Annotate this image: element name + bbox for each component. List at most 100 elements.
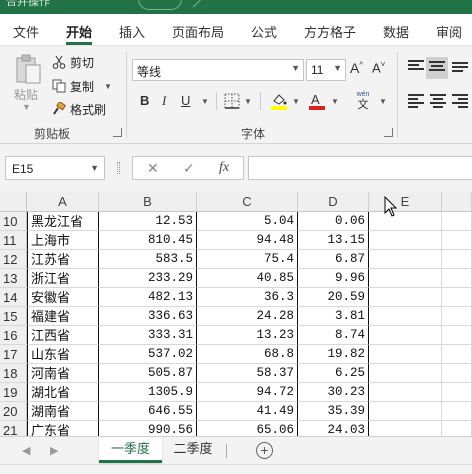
cell-b[interactable]: 646.55 [99, 402, 197, 421]
cancel-icon[interactable]: ✕ [147, 160, 159, 177]
tab-insert[interactable]: 插入 [119, 22, 145, 41]
row-header[interactable]: 18 [0, 364, 27, 383]
cell-a[interactable]: 江苏省 [27, 250, 99, 269]
undo-icon[interactable] [138, 0, 182, 10]
cell-d[interactable]: 20.59 [298, 288, 369, 307]
phonetic-dropdown-icon[interactable]: ▼ [379, 97, 387, 106]
next-sheet-icon[interactable]: ▶ [50, 444, 58, 457]
cell-e[interactable] [369, 269, 442, 288]
cut-button[interactable]: 剪切 [52, 52, 94, 72]
cell-c[interactable]: 13.23 [197, 326, 298, 345]
column-header-f[interactable] [442, 192, 472, 212]
cell-c[interactable]: 24.28 [197, 307, 298, 326]
copy-dropdown-icon[interactable]: ▼ [104, 82, 112, 91]
cell-a[interactable]: 湖北省 [27, 383, 99, 402]
bottom-align-icon[interactable] [452, 62, 468, 76]
cell-e[interactable] [369, 288, 442, 307]
cell-d[interactable]: 6.25 [298, 364, 369, 383]
cell-a[interactable]: 山东省 [27, 345, 99, 364]
clipboard-launcher-icon[interactable] [113, 128, 122, 137]
cell-f[interactable] [442, 364, 472, 383]
font-color-dropdown-icon[interactable]: ▼ [331, 97, 339, 106]
cell-e[interactable] [369, 364, 442, 383]
row-header[interactable]: 14 [0, 288, 27, 307]
cell-f[interactable] [442, 307, 472, 326]
cell-d[interactable]: 13.15 [298, 231, 369, 250]
cell-f[interactable] [442, 269, 472, 288]
tab-data[interactable]: 数据 [383, 22, 409, 41]
underline-button[interactable]: U [181, 93, 190, 108]
cell-c[interactable]: 40.85 [197, 269, 298, 288]
worksheet-grid[interactable]: A B C D E 10 黑龙江省 12.53 5.04 0.06 11 上海市 810.45… [0, 192, 472, 436]
font-name-select[interactable]: 等线 ▼ [132, 59, 304, 81]
increase-font-size-icon[interactable]: A^ [350, 60, 363, 76]
decrease-font-size-icon[interactable]: A˅ [372, 60, 385, 75]
cell-b[interactable]: 505.87 [99, 364, 197, 383]
middle-align-icon[interactable] [429, 61, 445, 75]
cell-b[interactable]: 482.13 [99, 288, 197, 307]
cell-c[interactable]: 65.06 [197, 421, 298, 436]
tab-fangfang[interactable]: 方方格子 [304, 22, 356, 41]
cell-d[interactable]: 6.87 [298, 250, 369, 269]
cell-a[interactable]: 湖南省 [27, 402, 99, 421]
paste-icon[interactable] [14, 53, 42, 85]
cell-a[interactable]: 福建省 [27, 307, 99, 326]
cell-d[interactable]: 8.74 [298, 326, 369, 345]
sheet-tab-q2[interactable]: 二季度 [163, 437, 223, 463]
row-header[interactable]: 21 [0, 421, 27, 436]
cell-c[interactable]: 68.8 [197, 345, 298, 364]
cell-c[interactable]: 75.4 [197, 250, 298, 269]
cell-a[interactable]: 黑龙江省 [27, 212, 99, 231]
cell-a[interactable]: 安徽省 [27, 288, 99, 307]
borders-dropdown-icon[interactable]: ▼ [244, 97, 252, 106]
cell-e[interactable] [369, 345, 442, 364]
row-header[interactable]: 13 [0, 269, 27, 288]
cell-e[interactable] [369, 250, 442, 269]
cell-b[interactable]: 583.5 [99, 250, 197, 269]
prev-sheet-icon[interactable]: ◀ [22, 444, 30, 457]
fill-color-icon[interactable] [270, 91, 288, 111]
bold-button[interactable]: B [140, 93, 149, 108]
cell-a[interactable]: 上海市 [27, 231, 99, 250]
cell-d[interactable]: 35.39 [298, 402, 369, 421]
phonetic-guide-button[interactable]: wén 文 [352, 91, 374, 111]
column-header-b[interactable]: B [99, 192, 197, 212]
font-launcher-icon[interactable] [384, 128, 393, 137]
cell-f[interactable] [442, 326, 472, 345]
align-right-icon[interactable] [452, 94, 468, 108]
cell-e[interactable] [369, 421, 442, 436]
tab-home[interactable]: 开始 [66, 22, 92, 41]
enter-icon[interactable]: ✓ [183, 160, 195, 177]
add-sheet-icon[interactable]: + [256, 442, 273, 459]
cell-f[interactable] [442, 421, 472, 436]
cell-e[interactable] [369, 212, 442, 231]
cell-d[interactable]: 19.82 [298, 345, 369, 364]
column-header-d[interactable]: D [298, 192, 369, 212]
cell-f[interactable] [442, 231, 472, 250]
cell-e[interactable] [369, 307, 442, 326]
cell-b[interactable]: 537.02 [99, 345, 197, 364]
column-header-c[interactable]: C [197, 192, 298, 212]
cell-c[interactable]: 36.3 [197, 288, 298, 307]
cell-d[interactable]: 24.03 [298, 421, 369, 436]
row-header[interactable]: 16 [0, 326, 27, 345]
cell-b[interactable]: 233.29 [99, 269, 197, 288]
splitter-handle[interactable] [117, 162, 120, 174]
tab-formulas[interactable]: 公式 [251, 22, 277, 41]
cell-f[interactable] [442, 212, 472, 231]
cell-f[interactable] [442, 402, 472, 421]
cell-a[interactable]: 江西省 [27, 326, 99, 345]
select-all-corner[interactable] [0, 192, 27, 212]
cell-c[interactable]: 58.37 [197, 364, 298, 383]
copy-button[interactable]: 复制 ▼ [52, 76, 112, 96]
column-header-a[interactable]: A [27, 192, 99, 212]
column-header-e[interactable]: E [369, 192, 442, 212]
cell-a[interactable]: 广东省 [27, 421, 99, 436]
cell-c[interactable]: 94.48 [197, 231, 298, 250]
tab-file[interactable]: 文件 [13, 22, 39, 41]
row-header[interactable]: 12 [0, 250, 27, 269]
row-header[interactable]: 10 [0, 212, 27, 231]
row-header[interactable]: 19 [0, 383, 27, 402]
italic-button[interactable]: I [162, 93, 166, 109]
sheet-tab-q1[interactable]: 一季度 [99, 437, 162, 463]
